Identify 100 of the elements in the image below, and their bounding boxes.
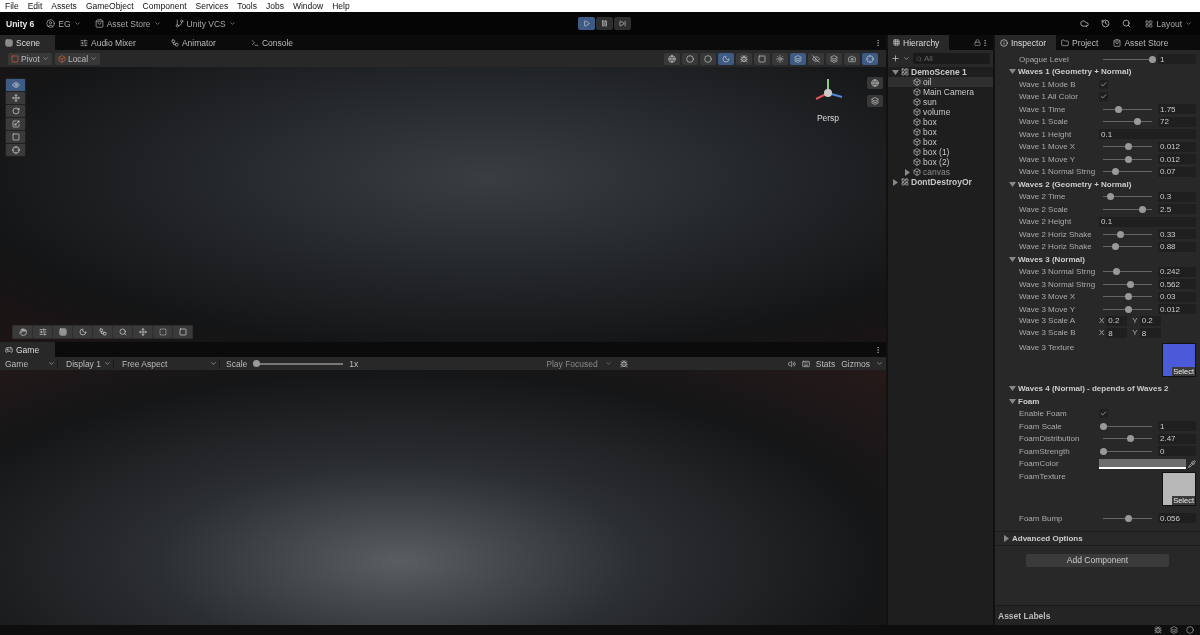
expand-arrow-icon[interactable] xyxy=(892,68,899,76)
menu-item[interactable]: Tools xyxy=(237,1,257,11)
bug-icon[interactable] xyxy=(620,359,629,368)
foldout-arrow-icon[interactable] xyxy=(1009,397,1016,405)
slider-thumb[interactable] xyxy=(1124,143,1132,151)
value-field[interactable]: 0.012 xyxy=(1158,304,1196,315)
scene-viewport[interactable]: Persp xyxy=(0,67,886,343)
view-option-button[interactable] xyxy=(754,52,770,65)
foldout-arrow-icon[interactable] xyxy=(1009,180,1016,188)
section-header[interactable]: Advanced Options xyxy=(1012,533,1083,543)
section-header[interactable]: Foam xyxy=(1018,396,1040,406)
overlay-tool-button[interactable] xyxy=(33,326,52,339)
step-button[interactable] xyxy=(613,17,631,30)
slider-thumb[interactable] xyxy=(1134,118,1142,126)
hierarchy-item[interactable]: sun xyxy=(888,97,993,107)
value-field[interactable]: 0.2 xyxy=(1139,315,1161,326)
menu-item[interactable]: Assets xyxy=(51,1,77,11)
value-field[interactable]: 1 xyxy=(1158,54,1196,65)
tool-button[interactable] xyxy=(6,131,25,143)
hierarchy-item[interactable]: box xyxy=(888,117,993,127)
hierarchy-item[interactable]: box xyxy=(888,127,993,137)
value-field[interactable]: 1.75 xyxy=(1158,104,1196,115)
hierarchy-item[interactable]: box (1) xyxy=(888,147,993,157)
view-option-button[interactable] xyxy=(808,52,824,65)
value-field[interactable]: 0.012 xyxy=(1158,154,1196,165)
section-header[interactable]: Waves 2 (Geometry + Normal) xyxy=(1018,179,1132,189)
slider-thumb[interactable] xyxy=(1100,447,1107,455)
value-field[interactable]: 8 xyxy=(1139,328,1161,338)
overlay-button[interactable] xyxy=(867,95,883,107)
view-option-button[interactable] xyxy=(844,52,860,65)
hierarchy-item[interactable]: DontDestroyOr xyxy=(888,177,993,187)
menu-item[interactable]: Jobs xyxy=(266,1,284,11)
slider-thumb[interactable] xyxy=(1127,280,1135,288)
menu-item[interactable]: GameObject xyxy=(85,1,134,11)
section-header[interactable]: Waves 1 (Geometry + Normal) xyxy=(1018,67,1132,77)
view-option-button[interactable] xyxy=(664,52,680,65)
slider-thumb[interactable] xyxy=(1107,193,1115,201)
menu-item[interactable]: Services xyxy=(195,1,229,11)
space-dropdown[interactable]: Local xyxy=(54,52,101,65)
value-field[interactable]: 0.2 xyxy=(1106,315,1128,326)
value-field[interactable]: 0.33 xyxy=(1158,229,1196,240)
section-header[interactable]: Waves 3 (Normal) xyxy=(1018,254,1085,264)
toolbar-dropdown[interactable]: Asset Store xyxy=(92,18,163,29)
overlay-tool-button[interactable] xyxy=(13,326,32,339)
tool-button[interactable] xyxy=(6,92,25,104)
slider-thumb[interactable] xyxy=(1100,422,1107,430)
display-dropdown[interactable]: Display 1 xyxy=(64,358,114,369)
product-label[interactable]: Unity 6 xyxy=(6,18,35,29)
toolbar-dropdown[interactable]: EG xyxy=(44,18,83,29)
panel-tab[interactable]: Asset Store xyxy=(1108,35,1179,50)
more-icon[interactable] xyxy=(981,38,989,47)
gizmos-toggle[interactable]: Gizmos xyxy=(841,358,870,369)
hierarchy-item[interactable]: oil xyxy=(888,77,993,87)
value-field[interactable]: 0 xyxy=(1158,446,1196,457)
color-swatch[interactable] xyxy=(1099,458,1186,469)
value-field[interactable]: 0.88 xyxy=(1158,241,1196,252)
more-icon[interactable] xyxy=(874,345,882,354)
cloud-icon[interactable] xyxy=(1080,19,1090,28)
value-field[interactable]: 8 xyxy=(1106,328,1128,338)
orientation-button[interactable] xyxy=(867,77,883,89)
value-field[interactable]: 0.07 xyxy=(1158,166,1196,177)
overlay-tool-button[interactable] xyxy=(113,326,132,339)
slider-thumb[interactable] xyxy=(1124,514,1132,522)
keyboard-icon[interactable] xyxy=(801,359,810,368)
value-field[interactable]: 0.1 xyxy=(1099,216,1196,227)
panel-tab[interactable]: Console xyxy=(245,35,304,50)
menu-item[interactable]: Window xyxy=(292,1,324,11)
slider-thumb[interactable] xyxy=(1124,155,1132,163)
value-field[interactable]: 72 xyxy=(1158,116,1196,127)
slider-thumb[interactable] xyxy=(1149,55,1156,63)
view-option-button[interactable] xyxy=(790,52,806,65)
slider-thumb[interactable] xyxy=(1112,243,1120,251)
slider-thumb[interactable] xyxy=(1117,230,1125,238)
value-field[interactable]: 2.47 xyxy=(1158,433,1196,444)
view-option-button[interactable] xyxy=(700,52,716,65)
lock-icon[interactable] xyxy=(974,39,981,46)
foldout-arrow-icon[interactable] xyxy=(1009,255,1016,263)
foldout-arrow-icon[interactable] xyxy=(1009,68,1016,76)
foldout-arrow-icon[interactable] xyxy=(1003,534,1010,542)
view-option-button[interactable] xyxy=(682,52,698,65)
add-icon[interactable] xyxy=(891,54,900,63)
aspect-dropdown[interactable]: Free Aspect xyxy=(120,358,220,369)
menu-item[interactable]: Component xyxy=(142,1,187,11)
mode-dropdown[interactable]: Game xyxy=(3,358,58,369)
overlay-tool-button[interactable] xyxy=(53,326,72,339)
play-focus-dropdown[interactable]: Play Focused xyxy=(544,358,615,369)
eyedropper-icon[interactable] xyxy=(1188,459,1196,468)
hierarchy-item[interactable]: Main Camera xyxy=(888,87,993,97)
overlay-tool-button[interactable] xyxy=(93,326,112,339)
view-option-button[interactable] xyxy=(772,52,788,65)
pivot-dropdown[interactable]: Pivot xyxy=(8,52,52,65)
slider-thumb[interactable] xyxy=(1112,168,1120,176)
checkbox[interactable] xyxy=(1099,409,1108,419)
pause-button[interactable] xyxy=(595,17,613,30)
section-header[interactable]: Waves 4 (Normal) - depends of Waves 2 xyxy=(1018,384,1169,394)
value-field[interactable]: 1 xyxy=(1158,421,1196,432)
slider-thumb[interactable] xyxy=(1125,293,1133,301)
layers-icon[interactable] xyxy=(1170,626,1178,634)
hierarchy-item[interactable]: box xyxy=(888,137,993,147)
asset-labels-header[interactable]: Asset Labels xyxy=(995,605,1200,625)
